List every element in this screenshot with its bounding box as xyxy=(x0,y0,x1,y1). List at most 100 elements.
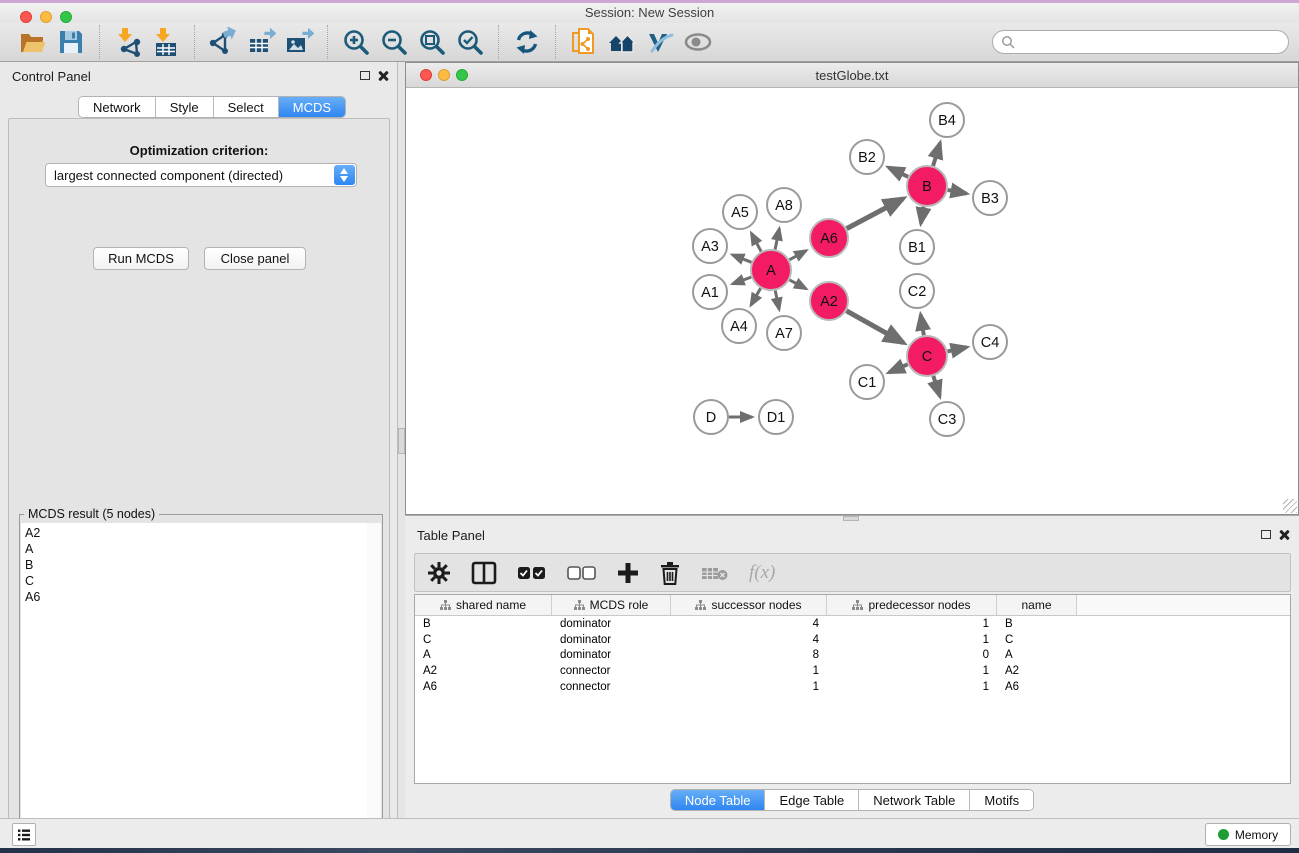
table-cell[interactable]: connector xyxy=(552,681,671,693)
result-item[interactable]: A6 xyxy=(25,589,368,605)
node-C4[interactable]: C4 xyxy=(973,325,1007,359)
table-row[interactable]: A6connector11A6 xyxy=(415,679,1290,695)
edge-B-B2[interactable] xyxy=(889,167,908,176)
table-cell[interactable]: C xyxy=(997,634,1077,646)
node-D1[interactable]: D1 xyxy=(759,400,793,434)
table-cell[interactable]: 0 xyxy=(827,649,997,661)
table-row[interactable]: Bdominator41B xyxy=(415,616,1290,632)
table-cell[interactable]: 1 xyxy=(671,681,827,693)
edge-B-B1[interactable] xyxy=(921,207,924,224)
result-scrollbar[interactable] xyxy=(367,523,381,853)
edge-A-A7[interactable] xyxy=(775,291,779,310)
zoom-selected-icon[interactable] xyxy=(453,25,487,59)
split-columns-icon[interactable] xyxy=(471,559,497,587)
search-input[interactable] xyxy=(1019,35,1288,49)
delete-icon[interactable] xyxy=(659,559,681,587)
column-header-MCDS-role[interactable]: MCDS role xyxy=(552,595,671,615)
zoom-out-icon[interactable] xyxy=(377,25,411,59)
node-A1[interactable]: A1 xyxy=(693,275,727,309)
zoom-network-icon[interactable] xyxy=(456,69,468,81)
result-item[interactable]: C xyxy=(25,573,368,589)
open-folder-icon[interactable] xyxy=(16,25,50,59)
node-B[interactable]: B xyxy=(907,166,947,206)
memory-button[interactable]: Memory xyxy=(1205,823,1291,846)
edge-B-B4[interactable] xyxy=(933,143,940,166)
clone-network-icon[interactable] xyxy=(567,25,601,59)
table-cell[interactable]: A xyxy=(997,649,1077,661)
close-panel-icon[interactable] xyxy=(377,70,389,82)
edge-C-C2[interactable] xyxy=(921,315,924,336)
node-A6[interactable]: A6 xyxy=(810,219,848,257)
zoom-window-icon[interactable] xyxy=(60,11,72,23)
node-A7[interactable]: A7 xyxy=(767,316,801,350)
edge-C-C1[interactable] xyxy=(889,364,908,372)
table-cell[interactable]: dominator xyxy=(552,649,671,661)
hide-graphics-details-icon[interactable] xyxy=(643,25,677,59)
edge-A2-C[interactable] xyxy=(846,311,903,343)
tab-motifs[interactable]: Motifs xyxy=(970,790,1033,810)
export-image-icon[interactable] xyxy=(282,25,316,59)
table-cell[interactable]: A xyxy=(415,649,552,661)
import-table-icon[interactable] xyxy=(149,25,183,59)
refresh-icon[interactable] xyxy=(510,25,544,59)
node-D[interactable]: D xyxy=(694,400,728,434)
tab-network-table[interactable]: Network Table xyxy=(859,790,970,810)
float-panel-icon[interactable] xyxy=(1261,530,1271,539)
node-C1[interactable]: C1 xyxy=(850,365,884,399)
node-B4[interactable]: B4 xyxy=(930,103,964,137)
splitter-handle[interactable] xyxy=(398,428,405,454)
tab-select[interactable]: Select xyxy=(214,97,279,117)
birdseye-view-icon[interactable] xyxy=(681,25,715,59)
edge-A-A1[interactable] xyxy=(733,277,752,284)
node-C[interactable]: C xyxy=(907,336,947,376)
table-row[interactable]: Cdominator41C xyxy=(415,632,1290,648)
edge-B-B3[interactable] xyxy=(948,190,967,194)
column-header-successor-nodes[interactable]: successor nodes xyxy=(671,595,827,615)
table-cell[interactable]: 1 xyxy=(671,665,827,677)
table-cell[interactable]: A2 xyxy=(415,665,552,677)
node-A5[interactable]: A5 xyxy=(723,195,757,229)
home-icon[interactable] xyxy=(605,25,639,59)
edge-A-A8[interactable] xyxy=(775,229,779,250)
table-row[interactable]: A2connector11A2 xyxy=(415,663,1290,679)
node-A[interactable]: A xyxy=(751,250,791,290)
select-all-icon[interactable] xyxy=(517,559,547,587)
vertical-splitter[interactable] xyxy=(398,62,405,818)
network-window-titlebar[interactable]: testGlobe.txt xyxy=(406,63,1298,88)
column-header-name[interactable]: name xyxy=(997,595,1077,615)
network-canvas[interactable]: B4B2BB3A8A5A6A3B1AC2A1A2A4A7C4CC1DD1C3 xyxy=(406,88,1298,514)
search-box[interactable] xyxy=(992,30,1289,54)
import-network-icon[interactable] xyxy=(111,25,145,59)
tab-network[interactable]: Network xyxy=(79,97,156,117)
edge-A-A6[interactable] xyxy=(789,251,806,260)
node-C2[interactable]: C2 xyxy=(900,274,934,308)
tab-style[interactable]: Style xyxy=(156,97,214,117)
close-network-icon[interactable] xyxy=(420,69,432,81)
node-B1[interactable]: B1 xyxy=(900,230,934,264)
column-header-predecessor-nodes[interactable]: predecessor nodes xyxy=(827,595,997,615)
minimize-window-icon[interactable] xyxy=(40,11,52,23)
edge-A-A5[interactable] xyxy=(751,233,761,251)
node-A8[interactable]: A8 xyxy=(767,188,801,222)
edge-C-C3[interactable] xyxy=(933,376,939,396)
table-cell[interactable]: dominator xyxy=(552,618,671,630)
table-cell[interactable]: 1 xyxy=(827,618,997,630)
table-cell[interactable]: C xyxy=(415,634,552,646)
result-item[interactable]: A xyxy=(25,541,368,557)
tab-node-table[interactable]: Node Table xyxy=(671,790,766,810)
close-panel-icon[interactable] xyxy=(1278,529,1290,541)
table-cell[interactable]: 4 xyxy=(671,618,827,630)
table-cell[interactable]: B xyxy=(415,618,552,630)
table-cell[interactable]: connector xyxy=(552,665,671,677)
column-header-shared-name[interactable]: shared name xyxy=(415,595,552,615)
table-cell[interactable]: 1 xyxy=(827,665,997,677)
export-table-icon[interactable] xyxy=(244,25,278,59)
table-cell[interactable]: A6 xyxy=(997,681,1077,693)
table-cell[interactable]: dominator xyxy=(552,634,671,646)
table-cell[interactable]: B xyxy=(997,618,1077,630)
result-item[interactable]: A2 xyxy=(25,525,368,541)
deselect-all-icon[interactable] xyxy=(567,559,597,587)
table-cell[interactable]: 4 xyxy=(671,634,827,646)
node-B3[interactable]: B3 xyxy=(973,181,1007,215)
mcds-result-list[interactable]: A2ABCA6 xyxy=(21,523,369,853)
